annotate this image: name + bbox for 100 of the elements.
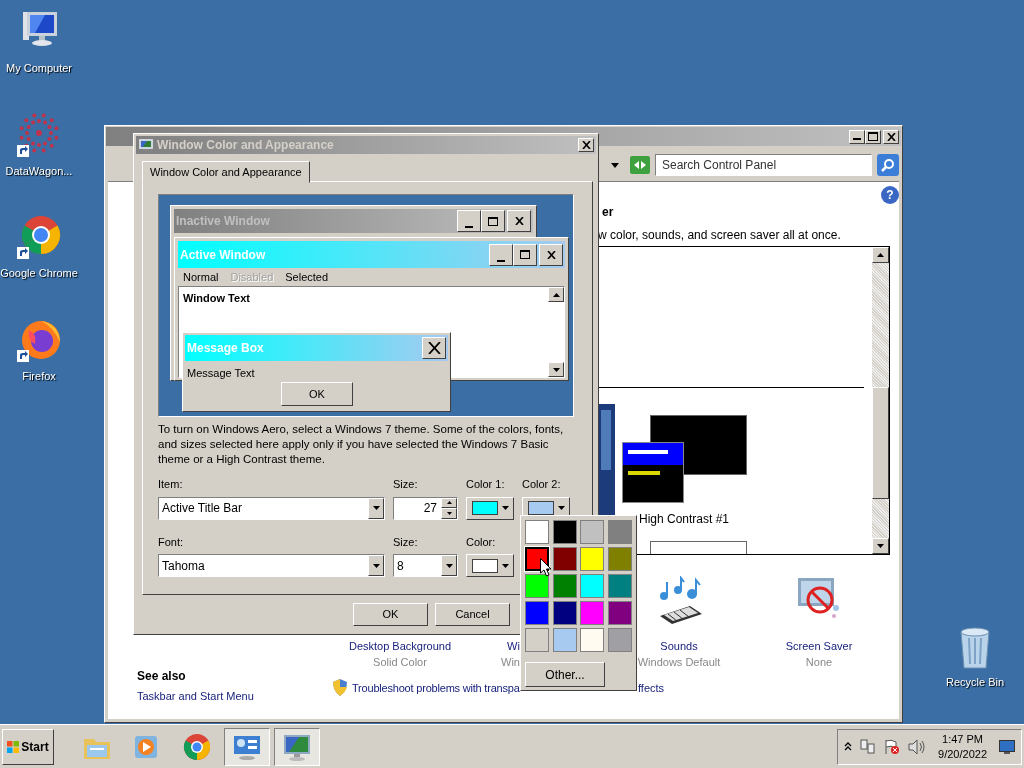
scroll-thumb[interactable] <box>872 387 889 499</box>
clock-date: 9/20/2022 <box>938 746 987 762</box>
setting-value: None <box>805 655 833 670</box>
search-button[interactable] <box>877 154 899 176</box>
icon-label: Recycle Bin <box>945 675 1005 690</box>
color-swatch[interactable] <box>552 520 577 544</box>
field-label: Font: <box>158 534 185 550</box>
spin-down-icon[interactable] <box>446 511 452 515</box>
close-button[interactable] <box>539 243 563 266</box>
setting-link[interactable]: Screen Saver <box>785 638 853 655</box>
ok-button[interactable]: OK <box>281 382 353 406</box>
theme-label[interactable]: High Contrast #1 <box>639 510 730 528</box>
color-swatch[interactable] <box>580 574 604 598</box>
dropdown-arrow-icon[interactable] <box>611 163 619 168</box>
color-swatch[interactable] <box>552 601 577 625</box>
info-text: To turn on Windows Aero, select a Windows 7 theme. Some of the colors, fonts, and sizes selected here apply only if you have selected the Windows 7 Basic theme or a High Contrast theme. <box>158 422 565 467</box>
window-title: Window Color and Appearance <box>157 137 335 154</box>
setting-link[interactable]: Wi <box>507 638 520 655</box>
network-icon[interactable] <box>860 738 877 755</box>
setting-value: Win <box>501 655 520 670</box>
setting-link[interactable]: Desktop Background <box>348 638 452 655</box>
scrollbar[interactable] <box>872 247 889 554</box>
menu-item[interactable]: Normal <box>183 268 219 286</box>
taskbar-button[interactable] <box>274 727 320 766</box>
circle-logo-icon[interactable] <box>182 731 212 762</box>
mouse-pointer-icon <box>540 558 552 577</box>
dropdown-arrow-icon[interactable] <box>372 506 380 510</box>
circle-logo-icon[interactable] <box>15 213 63 261</box>
dialog-button[interactable]: Cancel <box>435 603 510 626</box>
dropdown-arrow-icon[interactable] <box>502 563 509 568</box>
color-swatch[interactable] <box>607 520 632 544</box>
taskbar-button[interactable] <box>224 727 270 766</box>
color-button[interactable] <box>466 554 514 577</box>
maximize-icon <box>488 216 498 226</box>
size-spinner[interactable]: 27 <box>393 496 458 520</box>
close-button[interactable] <box>422 337 446 359</box>
setting-link[interactable]: Sounds <box>660 638 698 655</box>
link[interactable]: ffects <box>638 680 665 697</box>
setting-value: Windows Default <box>637 655 721 670</box>
color-swatch[interactable] <box>552 547 577 571</box>
maximize-button[interactable] <box>513 243 537 266</box>
tab[interactable]: Window Color and Appearance <box>142 161 310 183</box>
flag-icon[interactable] <box>884 738 901 755</box>
color-swatch[interactable] <box>525 601 549 625</box>
color-swatch[interactable] <box>607 574 632 598</box>
link[interactable]: Troubleshoot problems with transpa <box>352 680 520 697</box>
link[interactable]: Taskbar and Start Menu <box>137 688 254 705</box>
minimize-icon <box>465 226 473 228</box>
color-swatch[interactable] <box>580 601 604 625</box>
item-dropdown[interactable]: Active Title Bar <box>158 496 385 520</box>
clock-time: 1:47 PM <box>942 731 983 747</box>
color-swatch[interactable] <box>607 628 632 652</box>
maximize-button[interactable] <box>481 210 505 232</box>
speaker-icon[interactable] <box>908 738 927 755</box>
other-button[interactable]: Other... <box>525 662 605 687</box>
font-size-dropdown[interactable]: 8 <box>393 554 458 577</box>
close-button[interactable] <box>507 210 531 232</box>
maximize-button[interactable] <box>865 129 881 144</box>
minimize-button[interactable] <box>849 129 865 144</box>
color-swatch[interactable] <box>525 574 549 598</box>
color-swatch[interactable] <box>525 520 549 544</box>
refresh-icon[interactable] <box>630 156 650 174</box>
shield-icon <box>332 679 348 696</box>
color-swatch[interactable] <box>580 547 604 571</box>
scroll-down-icon[interactable] <box>877 544 884 548</box>
message-text: Message Text <box>187 366 255 381</box>
window-text: Window Text <box>183 291 250 306</box>
dropdown-arrow-icon[interactable] <box>445 563 453 568</box>
dropdown-arrow-icon[interactable] <box>558 506 565 510</box>
spin-up-icon[interactable] <box>446 501 452 505</box>
start-button[interactable]: Start <box>2 728 54 765</box>
minimize-button[interactable] <box>489 243 513 266</box>
color-swatch[interactable] <box>525 628 549 652</box>
color-swatch[interactable] <box>580 628 604 652</box>
menu-item[interactable]: Selected <box>285 268 329 286</box>
dialog-button[interactable]: OK <box>353 603 428 626</box>
show-desktop-icon[interactable] <box>999 739 1015 754</box>
setting-value: Solid Color <box>373 655 427 670</box>
color-swatch[interactable] <box>552 628 577 652</box>
color-swatch[interactable] <box>552 574 577 598</box>
close-button[interactable] <box>578 138 594 152</box>
font-dropdown[interactable]: Tahoma <box>158 554 385 577</box>
close-icon <box>427 342 441 354</box>
minimize-icon <box>497 259 505 262</box>
chevron-up-icon[interactable] <box>844 742 853 751</box>
field-label: Size: <box>393 477 419 492</box>
color-swatch[interactable] <box>580 520 604 544</box>
close-button[interactable] <box>883 129 899 144</box>
color-swatch[interactable] <box>607 601 632 625</box>
field-label: Color 2: <box>522 477 562 492</box>
close-icon <box>514 217 524 225</box>
color-button[interactable] <box>466 496 514 520</box>
dropdown-arrow-icon[interactable] <box>372 563 380 568</box>
scroll-up-icon[interactable] <box>877 253 884 257</box>
scroll-down-icon[interactable] <box>552 367 560 372</box>
search-field[interactable]: Search Control Panel <box>655 154 872 176</box>
scroll-up-icon[interactable] <box>552 292 560 297</box>
minimize-button[interactable] <box>457 210 481 232</box>
dropdown-arrow-icon[interactable] <box>502 506 509 510</box>
color-swatch[interactable] <box>607 547 632 571</box>
